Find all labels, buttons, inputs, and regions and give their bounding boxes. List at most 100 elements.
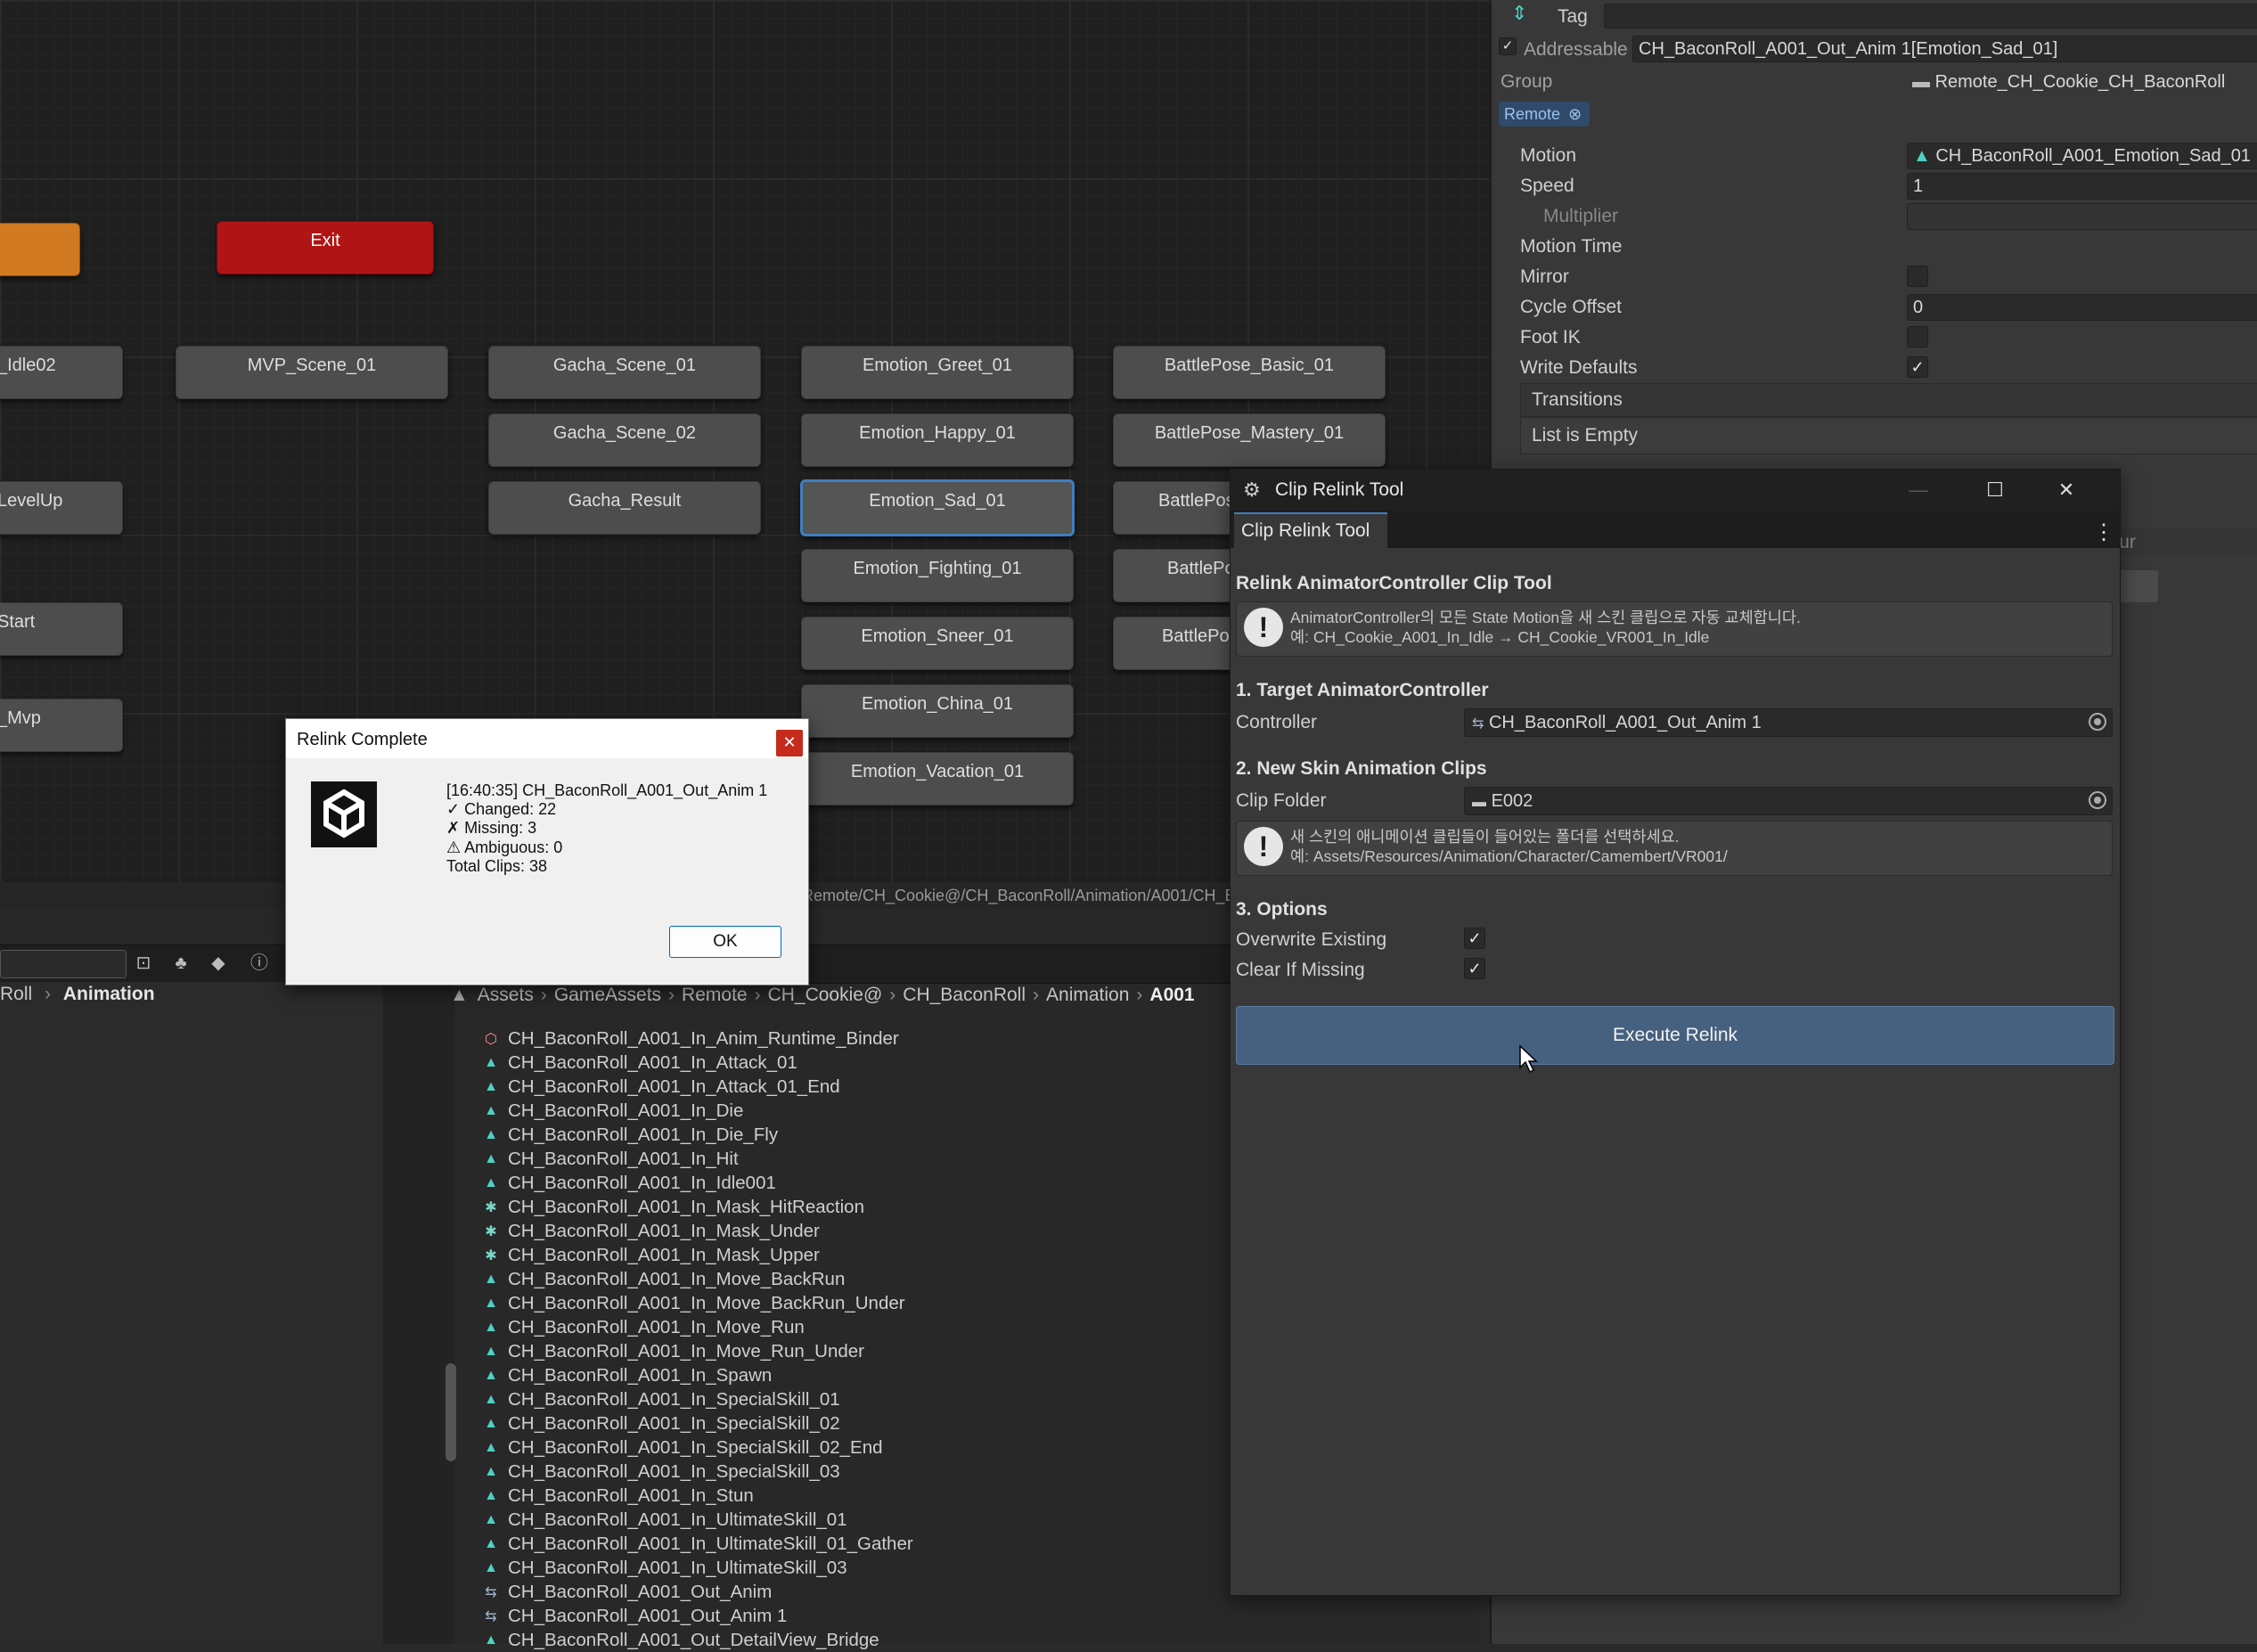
- search-by-type-icon[interactable]: ⊡: [132, 952, 155, 975]
- asset-list-item[interactable]: ▲ CH_BaconRoll_A001_In_Move_BackRun: [481, 1267, 1230, 1291]
- state-node-idle02[interactable]: _Idle02: [0, 346, 123, 399]
- asset-list-item[interactable]: ▲ CH_BaconRoll_A001_In_Move_Run: [481, 1315, 1230, 1339]
- state-node-mvp[interactable]: _Mvp: [0, 699, 123, 752]
- asset-list-item[interactable]: ▲ CH_BaconRoll_A001_In_SpecialSkill_03: [481, 1460, 1230, 1484]
- minimize-icon[interactable]: —: [1901, 477, 1936, 503]
- project-folder-tree[interactable]: [0, 982, 386, 1644]
- mirror-checkbox[interactable]: [1907, 266, 1928, 287]
- asset-list-item[interactable]: ⬡ CH_BaconRoll_A001_In_Anim_Runtime_Binde…: [481, 1026, 1230, 1051]
- asset-name: CH_BaconRoll_A001_In_Anim_Runtime_Binder: [508, 1027, 899, 1049]
- asset-list-item[interactable]: ▲ CH_BaconRoll_A001_In_UltimateSkill_01_G…: [481, 1532, 1230, 1556]
- state-node-exit[interactable]: Exit: [217, 221, 434, 274]
- asset-list-item[interactable]: ▲ CH_BaconRoll_A001_In_Die: [481, 1099, 1230, 1123]
- close-icon[interactable]: ✕: [2048, 477, 2084, 503]
- asset-list-item[interactable]: ▲ CH_BaconRoll_A001_In_UltimateSkill_01: [481, 1508, 1230, 1532]
- project-search-input[interactable]: [0, 950, 127, 978]
- object-picker-icon[interactable]: [2089, 713, 2106, 731]
- left-breadcrumb-parent[interactable]: Roll: [0, 984, 32, 1004]
- asset-list-item[interactable]: ✱ CH_BaconRoll_A001_In_Mask_Upper: [481, 1243, 1230, 1267]
- asset-list-item[interactable]: ▲ CH_BaconRoll_A001_In_Attack_01_End: [481, 1075, 1230, 1099]
- clear-if-missing-checkbox[interactable]: ✓: [1464, 958, 1485, 979]
- asset-list-item[interactable]: ⇆ CH_BaconRoll_A001_Out_Anim 1: [481, 1604, 1230, 1628]
- state-node-levelup[interactable]: LevelUp: [0, 481, 123, 535]
- label-chip-remote[interactable]: Remote ⊗: [1499, 102, 1590, 127]
- controller-object-field[interactable]: ⇆ CH_BaconRoll_A001_Out_Anim 1: [1464, 708, 2113, 737]
- animation-clip-icon: ▲: [484, 1126, 498, 1142]
- asset-list-item[interactable]: ▲ CH_BaconRoll_A001_In_Stun: [481, 1484, 1230, 1508]
- foot-ik-checkbox[interactable]: [1907, 326, 1928, 348]
- asset-list-item[interactable]: ✱ CH_BaconRoll_A001_In_Mask_Under: [481, 1219, 1230, 1243]
- state-node-gacha-result[interactable]: Gacha_Result: [488, 481, 761, 535]
- tag-dropdown[interactable]: [1604, 4, 2257, 29]
- overwrite-existing-checkbox[interactable]: ✓: [1464, 928, 1485, 949]
- scroll-up-icon[interactable]: ▲: [450, 985, 469, 1005]
- left-breadcrumb-current[interactable]: Animation: [63, 984, 155, 1004]
- asset-list-item[interactable]: ▲ CH_BaconRoll_A001_In_Move_BackRun_Under: [481, 1291, 1230, 1315]
- breadcrumb-item[interactable]: A001: [1149, 985, 1194, 1005]
- clip-folder-label: Clip Folder: [1236, 790, 1327, 811]
- asset-list-item[interactable]: ▲ CH_BaconRoll_A001_Out_DetailView_Bridge: [481, 1628, 1230, 1652]
- remove-label-icon[interactable]: ⊗: [1568, 105, 1582, 123]
- addressable-address-field[interactable]: CH_BaconRoll_A001_Out_Anim 1[Emotion_Sad…: [1632, 36, 2257, 62]
- state-node-battlepose-basic[interactable]: BattlePose_Basic_01: [1113, 346, 1386, 399]
- add-behaviour-button[interactable]: [2115, 570, 2158, 602]
- state-node-orange[interactable]: [0, 223, 80, 276]
- breadcrumb-item[interactable]: Assets: [478, 985, 534, 1005]
- asset-list-item[interactable]: ▲ CH_BaconRoll_A001_In_SpecialSkill_01: [481, 1387, 1230, 1411]
- asset-list-item[interactable]: ▲ CH_BaconRoll_A001_In_Move_Run_Under: [481, 1339, 1230, 1363]
- animation-clip-icon: ▲: [484, 1078, 498, 1094]
- asset-list-item[interactable]: ▲ CH_BaconRoll_A001_In_Hit: [481, 1147, 1230, 1171]
- execute-relink-button[interactable]: Execute Relink: [1236, 1006, 2114, 1065]
- asset-list-item[interactable]: ▲ CH_BaconRoll_A001_In_Die_Fly: [481, 1123, 1230, 1147]
- close-icon[interactable]: ✕: [776, 730, 803, 756]
- state-node-gacha-scene-01[interactable]: Gacha_Scene_01: [488, 346, 761, 399]
- ok-button[interactable]: OK: [669, 926, 781, 958]
- clip-folder-object-field[interactable]: ▬ E002: [1464, 787, 2113, 815]
- asset-list-item[interactable]: ▲ CH_BaconRoll_A001_In_Attack_01: [481, 1051, 1230, 1075]
- write-defaults-checkbox[interactable]: ✓: [1907, 356, 1928, 378]
- state-node-emotion-sad-selected[interactable]: Emotion_Sad_01: [800, 479, 1075, 536]
- maximize-icon[interactable]: ☐: [1977, 477, 2013, 503]
- state-node-start[interactable]: Start: [0, 602, 123, 656]
- cycle-offset-input[interactable]: 0: [1907, 294, 2257, 321]
- info-icon[interactable]: ⓘ: [248, 952, 271, 975]
- breadcrumb-item[interactable]: Animation: [1046, 985, 1129, 1005]
- breadcrumb-item[interactable]: CH_Cookie@: [768, 985, 883, 1005]
- asset-name: CH_BaconRoll_A001_Out_Anim 1: [508, 1605, 788, 1626]
- state-node-battlepose-mastery[interactable]: BattlePose_Mastery_01: [1113, 413, 1386, 467]
- asset-list-item[interactable]: ✱ CH_BaconRoll_A001_In_Mask_HitReaction: [481, 1195, 1230, 1219]
- asset-list-item[interactable]: ▲ CH_BaconRoll_A001_In_Idle001: [481, 1171, 1230, 1195]
- asset-name: CH_BaconRoll_A001_In_Move_BackRun_Under: [508, 1292, 905, 1313]
- object-picker-icon[interactable]: [2089, 791, 2106, 809]
- breadcrumb-item[interactable]: Remote: [682, 985, 748, 1005]
- breadcrumb-item[interactable]: GameAssets: [554, 985, 661, 1005]
- state-node-emotion-vacation[interactable]: Emotion_Vacation_01: [801, 752, 1074, 806]
- breadcrumb-item[interactable]: CH_BaconRoll: [903, 985, 1026, 1005]
- group-dropdown[interactable]: ▬ Remote_CH_Cookie_CH_BaconRoll: [1907, 70, 2257, 94]
- motion-field[interactable]: ▲ CH_BaconRoll_A001_Emotion_Sad_01: [1907, 143, 2257, 169]
- asset-name: CH_BaconRoll_A001_In_Spawn: [508, 1364, 773, 1386]
- multiplier-dropdown[interactable]: [1907, 203, 2257, 230]
- speed-input[interactable]: 1: [1907, 173, 2257, 200]
- state-node-emotion-greet[interactable]: Emotion_Greet_01: [801, 346, 1074, 399]
- asset-list-item[interactable]: ▲ CH_BaconRoll_A001_In_SpecialSkill_02_En…: [481, 1435, 1230, 1460]
- asset-list-item[interactable]: ▲ CH_BaconRoll_A001_In_UltimateSkill_03: [481, 1556, 1230, 1580]
- tag-icon[interactable]: ◆: [207, 952, 230, 975]
- state-node-gacha-scene-02[interactable]: Gacha_Scene_02: [488, 413, 761, 467]
- state-node-mvp-scene[interactable]: MVP_Scene_01: [176, 346, 448, 399]
- more-options-icon[interactable]: ⋮: [2093, 519, 2114, 545]
- asset-list-item[interactable]: ⇆ CH_BaconRoll_A001_Out_Anim: [481, 1580, 1230, 1604]
- asset-list-item[interactable]: ▲ CH_BaconRoll_A001_In_Spawn: [481, 1363, 1230, 1387]
- tab-clip-relink-tool[interactable]: Clip Relink Tool: [1234, 512, 1387, 550]
- asset-file-list[interactable]: ⬡ CH_BaconRoll_A001_In_Anim_Runtime_Binde…: [481, 1014, 1230, 1652]
- asset-name: CH_BaconRoll_A001_In_Attack_01: [508, 1051, 797, 1073]
- state-node-emotion-fighting[interactable]: Emotion_Fighting_01: [801, 549, 1074, 602]
- tag-label: Tag: [1558, 6, 1588, 27]
- state-node-emotion-china[interactable]: Emotion_China_01: [801, 684, 1074, 738]
- scrollbar-thumb[interactable]: [446, 1363, 456, 1461]
- addressable-checkbox[interactable]: ✓: [1499, 37, 1517, 55]
- asset-list-item[interactable]: ▲ CH_BaconRoll_A001_In_SpecialSkill_02: [481, 1411, 1230, 1435]
- state-node-emotion-sneer[interactable]: Emotion_Sneer_01: [801, 617, 1074, 670]
- search-by-label-icon[interactable]: ♣: [169, 952, 192, 975]
- state-node-emotion-happy[interactable]: Emotion_Happy_01: [801, 413, 1074, 467]
